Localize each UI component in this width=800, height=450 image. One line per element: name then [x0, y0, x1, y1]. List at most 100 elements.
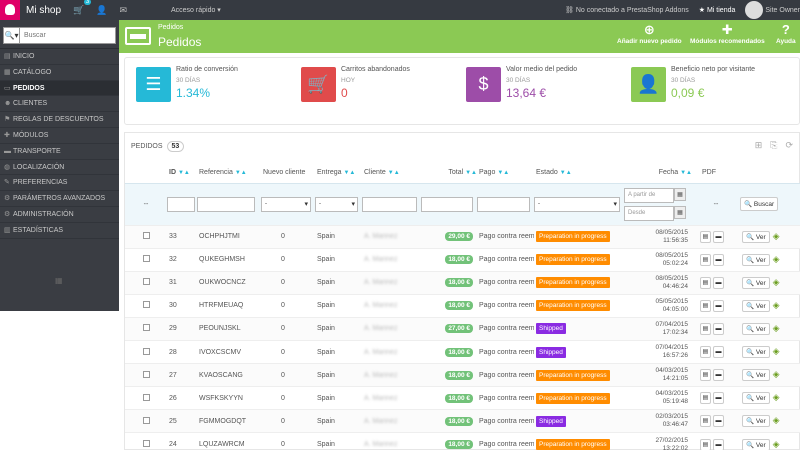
invoice-pdf-icon[interactable]: ▤: [700, 392, 711, 405]
table-row[interactable]: 24 LQUZAWRCM 0 Spain A. Marinez 18,00 € Pago c…: [125, 432, 800, 450]
cube-icon[interactable]: ◈: [773, 392, 780, 403]
table-row[interactable]: 27 KVAOSCANG 0 Spain A. Marinez 18,00 € Pago c…: [125, 363, 800, 387]
refresh-icon[interactable]: ⟳: [785, 140, 793, 151]
shop-name[interactable]: Mi shop: [26, 5, 61, 16]
cart-icon[interactable]: 🛒 3: [73, 0, 92, 16]
filter-search-button[interactable]: 🔍 Buscar: [740, 197, 779, 211]
delivery-slip-truck-icon[interactable]: ▬: [713, 438, 724, 450]
row-checkbox[interactable]: [142, 324, 150, 332]
row-checkbox[interactable]: [142, 278, 150, 286]
sidebar-item-inicio[interactable]: ▤ INICIO: [0, 49, 119, 65]
view-button[interactable]: 🔍 Ver: [742, 438, 770, 450]
table-row[interactable]: 32 QUKEGHMSH 0 Spain A. Marinez 18,00 € Pago c…: [125, 247, 800, 272]
cube-icon[interactable]: ◈: [773, 439, 780, 450]
row-checkbox[interactable]: [142, 416, 150, 424]
delivery-slip-truck-icon[interactable]: ▬: [713, 415, 724, 428]
sort-arrows-icon[interactable]: ▼▲: [680, 170, 692, 176]
sidebar-item-clientes[interactable]: ☻ CLIENTES: [0, 96, 119, 113]
invoice-pdf-icon[interactable]: ▤: [700, 276, 711, 289]
kpi-average-order-value[interactable]: $ Valor medio del pedido 30 DÍAS 13,64 €: [466, 66, 626, 117]
cube-icon[interactable]: ◈: [773, 323, 780, 334]
view-button[interactable]: 🔍 Ver: [742, 415, 770, 428]
filter-payment-input[interactable]: [477, 196, 530, 212]
cube-icon[interactable]: ◈: [773, 300, 780, 311]
order-status-badge[interactable]: Preparation in progress: [536, 231, 610, 243]
sidebar-item-transporte[interactable]: ▬ TRANSPORTE: [0, 144, 119, 160]
cube-icon[interactable]: ◈: [773, 231, 780, 242]
sidebar-item-modulos[interactable]: ✚ MÓDULOS: [0, 128, 119, 144]
sidebar-item-reglas-descuentos[interactable]: ⚑ REGLAS DE DESCUENTOS: [0, 112, 119, 128]
order-status-badge[interactable]: Shipped: [536, 346, 566, 358]
table-row[interactable]: 33 OCHPHJTMI 0 Spain A. Marinez 29,00 € Pago c…: [125, 224, 800, 249]
row-checkbox[interactable]: [142, 440, 150, 448]
filter-id-input[interactable]: [167, 196, 195, 212]
kpi-net-profit-per-visitor[interactable]: 👤 Beneficio neto por visitante 30 DÍAS 0…: [631, 66, 791, 117]
table-row[interactable]: 30 HTRFMEUAQ 0 Spain A. Marinez 18,00 € Pago c…: [125, 293, 800, 318]
table-row[interactable]: 28 IVOXCSCMV 0 Spain A. Marinez 18,00 € Pago c…: [125, 339, 800, 364]
row-checkbox[interactable]: [142, 255, 150, 263]
filter-date-to-input[interactable]: Desde: [624, 205, 674, 221]
col-reference[interactable]: Referencia ▼▲: [197, 163, 261, 183]
order-status-badge[interactable]: Shipped: [536, 415, 566, 427]
filter-total-input[interactable]: [421, 196, 473, 212]
view-button[interactable]: 🔍 Ver: [742, 299, 770, 312]
sort-arrows-icon[interactable]: ▼▲: [560, 170, 572, 176]
row-checkbox[interactable]: [142, 347, 150, 355]
cube-icon[interactable]: ◈: [773, 369, 780, 380]
calendar-icon[interactable]: ▦: [674, 187, 686, 201]
user-menu[interactable]: Site Owner: [745, 1, 800, 19]
invoice-pdf-icon[interactable]: ▤: [700, 346, 711, 359]
view-button[interactable]: 🔍 Ver: [742, 276, 770, 289]
sort-arrows-icon[interactable]: ▼▲: [235, 170, 247, 176]
cube-icon[interactable]: ◈: [773, 254, 780, 265]
filter-customer-input[interactable]: [362, 196, 417, 212]
order-status-badge[interactable]: Shipped: [536, 323, 566, 335]
view-button[interactable]: 🔍 Ver: [742, 253, 770, 266]
col-delivery[interactable]: Entrega ▼▲: [315, 163, 362, 183]
view-button[interactable]: 🔍 Ver: [742, 369, 770, 382]
row-checkbox[interactable]: [142, 232, 150, 240]
invoice-pdf-icon[interactable]: ▤: [700, 369, 711, 382]
add-icon[interactable]: ⊞: [755, 140, 763, 151]
table-row[interactable]: 25 FGMMOGDQT 0 Spain A. Marinez 18,00 € Pago c…: [125, 409, 800, 433]
invoice-pdf-icon[interactable]: ▤: [700, 299, 711, 312]
sort-arrows-icon[interactable]: ▼▲: [343, 170, 355, 176]
calendar-icon[interactable]: ▦: [674, 205, 686, 219]
delivery-slip-truck-icon[interactable]: ▬: [713, 346, 724, 359]
order-status-badge[interactable]: Preparation in progress: [536, 300, 610, 312]
sidebar-item-parametros-avanzados[interactable]: ⚙ PARÁMETROS AVANZADOS: [0, 191, 119, 207]
row-checkbox[interactable]: [142, 301, 150, 309]
order-status-badge[interactable]: Preparation in progress: [536, 277, 610, 289]
delivery-slip-truck-icon[interactable]: ▬: [713, 322, 724, 335]
sort-arrows-icon[interactable]: ▼▲: [388, 170, 400, 176]
filter-reference-input[interactable]: [197, 196, 255, 212]
envelope-icon[interactable]: ✉: [119, 5, 127, 16]
col-date[interactable]: Fecha ▼▲: [624, 163, 692, 183]
help-button[interactable]: ? Ayuda: [776, 22, 796, 45]
cube-icon[interactable]: ◈: [773, 346, 780, 357]
sidebar-item-pedidos[interactable]: ▭ PEDIDOS: [0, 80, 119, 97]
delivery-slip-truck-icon[interactable]: ▬: [713, 369, 724, 382]
search-type-button[interactable]: 🔍▾: [3, 27, 20, 44]
view-button[interactable]: 🔍 Ver: [742, 346, 770, 359]
table-row[interactable]: 31 OUKWOCNCZ 0 Spain A. Marinez 18,00 € Pago c…: [125, 270, 800, 295]
col-total[interactable]: Total ▼▲: [421, 163, 477, 183]
sidebar-item-catalogo[interactable]: ▦ CATÁLOGO: [0, 65, 119, 81]
row-checkbox[interactable]: [142, 370, 150, 378]
delivery-slip-truck-icon[interactable]: ▬: [713, 392, 724, 405]
sidebar-item-administracion[interactable]: ⚙ ADMINISTRACIÓN: [0, 207, 119, 223]
col-customer[interactable]: Cliente ▼▲: [362, 163, 421, 183]
filter-status-select[interactable]: -: [534, 196, 620, 212]
view-button[interactable]: 🔍 Ver: [742, 322, 770, 335]
filter-date-from-input[interactable]: A partir de: [624, 187, 674, 203]
sidebar-item-localizacion[interactable]: ◍ LOCALIZACIÓN: [0, 160, 119, 176]
invoice-pdf-icon[interactable]: ▤: [700, 438, 711, 450]
user-icon[interactable]: 👤: [96, 5, 107, 16]
view-button[interactable]: 🔍 Ver: [742, 230, 770, 243]
breadcrumb[interactable]: Pedidos: [158, 24, 183, 31]
export-icon[interactable]: ⎘: [770, 140, 777, 151]
sidebar-item-estadisticas[interactable]: ▥ ESTADÍSTICAS: [0, 223, 119, 239]
order-status-badge[interactable]: Preparation in progress: [536, 392, 610, 404]
cube-icon[interactable]: ◈: [773, 277, 780, 288]
col-status[interactable]: Estado ▼▲: [534, 163, 624, 183]
